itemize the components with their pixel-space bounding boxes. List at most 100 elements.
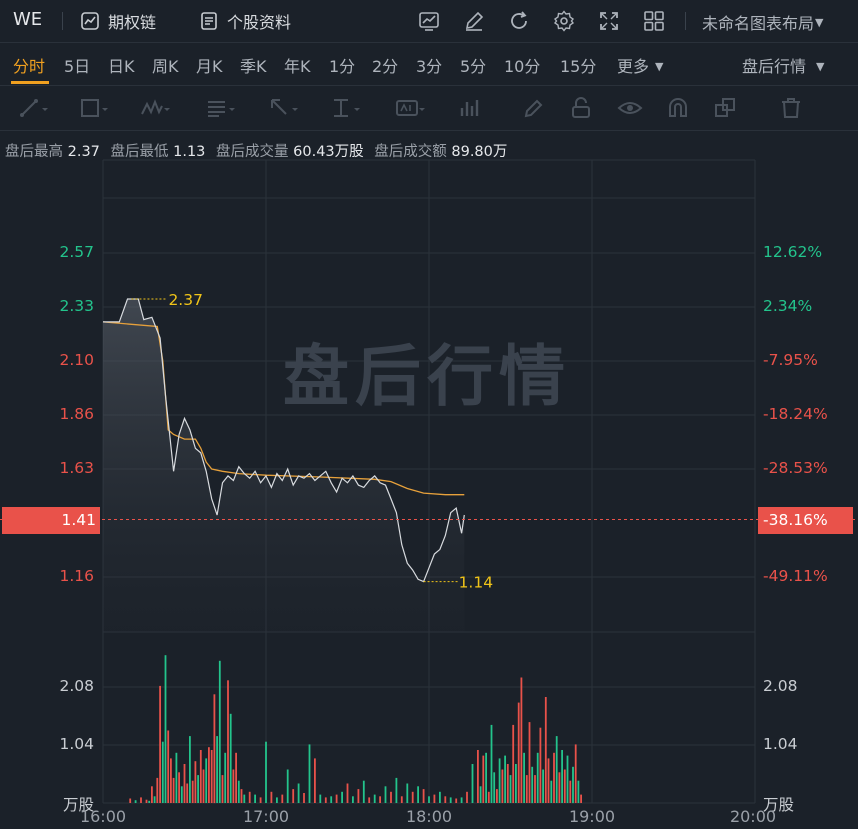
percent-tick-label: -49.11% [763,567,828,585]
volume-bar [439,791,441,803]
volume-bar [175,752,178,803]
volume-bar [303,793,305,803]
volume-bar [411,791,414,803]
volume-bar [444,796,447,803]
volume-bar [186,783,189,803]
volume-bar [153,796,156,803]
volume-bar [368,797,371,803]
volume-bar [498,758,501,803]
volume-bar [297,783,300,803]
volume-bar [493,772,496,803]
percent-tick-label: -28.53% [763,459,828,477]
volume-bar [243,794,246,803]
volume-bar [460,797,463,803]
volume-bar [156,777,159,803]
volume-tick-label: 1.04 [59,735,94,753]
volume-bar [485,752,487,803]
volume-bar [390,791,392,803]
volume-bar [213,694,216,804]
volume-bar [197,775,199,803]
volume-bar [466,791,468,803]
volume-bar [422,789,425,803]
volume-bar [536,752,539,803]
volume-tick-label: 1.04 [763,735,798,753]
volume-bar [265,741,267,803]
volume-bar [572,766,574,804]
volume-bar [512,724,515,803]
price-tick-label: 1.63 [59,459,94,477]
volume-bar [292,789,295,803]
volume-bar [221,775,224,803]
time-tick-label: 16:00 [79,807,127,826]
volume-bar [237,780,240,803]
volume-bar [240,789,243,803]
volume-bar [281,794,284,803]
volume-bar [319,794,322,803]
volume-bar [487,791,490,803]
volume-bar [515,764,517,803]
time-tick-label: 17:00 [242,807,290,826]
volume-bar [227,680,229,803]
volume-bar [208,747,210,803]
volume-bar [553,752,555,803]
volume-bar [542,769,544,803]
volume-bar [534,775,536,803]
volume-bar [566,755,569,803]
volume-bar [314,758,316,803]
volume-bar [577,780,580,803]
volume-bar [199,750,202,803]
volume-bar [194,761,197,803]
volume-bar [509,775,512,803]
percent-tick-label: 12.62% [763,243,823,261]
volume-bar [216,736,218,803]
volume-bar [276,797,278,803]
current-percent-tag: -38.16% [758,506,853,534]
volume-bar [496,789,498,803]
volume-bar [517,702,520,803]
volume-bar [205,758,208,803]
volume-bar [202,769,205,803]
volume-bar [580,794,582,803]
volume-bar [417,786,419,803]
volume-bar [161,741,164,803]
volume-bar [235,752,237,803]
volume-bar [555,736,558,803]
volume-bar [490,724,493,803]
volume-bar [504,755,506,803]
volume-bar [341,791,343,803]
volume-bar [406,783,409,803]
volume-bar [170,758,172,803]
percent-tick-label: -18.24% [763,405,828,423]
percent-tick-label: -7.95% [763,351,818,369]
volume-bar [218,660,221,803]
volume-bar [506,764,509,803]
volume-bar [539,727,542,803]
volume-bar [547,758,550,803]
price-tick-label: 1.16 [59,567,94,585]
volume-bar [574,744,577,803]
volume-bar [550,780,553,803]
volume-bar [528,722,531,803]
volume-bar [134,800,137,803]
volume-bar [151,786,153,803]
time-tick-label: 20:00 [729,807,777,826]
volume-bar [400,796,403,803]
volume-bar [178,772,180,803]
volume-bar [569,780,572,803]
current-price-tag: 1.41 [2,506,100,534]
volume-bar [449,797,452,803]
volume-bar [189,736,191,803]
volume-bar [148,800,151,803]
volume-bar [525,775,528,803]
time-tick-label: 19:00 [568,807,616,826]
volume-bar [544,697,547,803]
max-marker-label: 2.37 [168,291,203,309]
volume-bar [384,786,387,803]
volume-bar [210,750,213,803]
volume-bar [482,755,485,803]
min-marker-label: 1.14 [459,574,494,592]
volume-bar [471,764,474,803]
volume-bar [346,783,349,803]
volume-bar [433,794,436,803]
volume-bar [183,764,186,803]
